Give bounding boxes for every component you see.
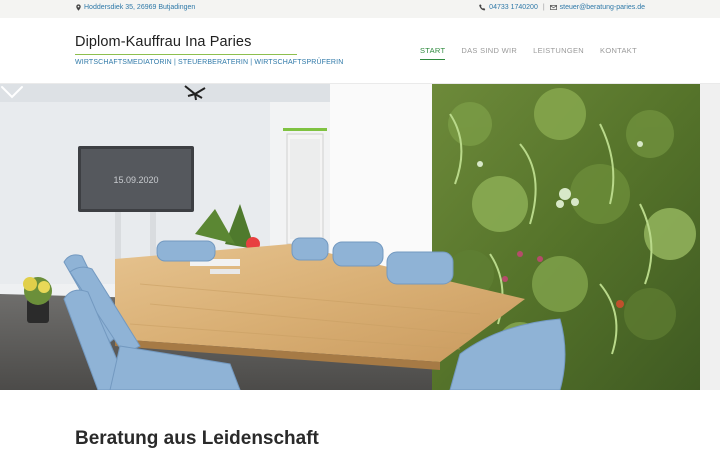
site-title[interactable]: Diplom-Kauffrau Ina Paries	[75, 34, 251, 50]
section-heading: Beratung aus Leidenschaft	[75, 428, 319, 449]
main-navigation: START DAS SIND WIR LEISTUNGEN KONTAKT	[420, 46, 637, 60]
envelope-icon	[549, 5, 557, 10]
nav-item-kontakt[interactable]: KONTAKT	[600, 46, 637, 60]
site-header: Diplom-Kauffrau Ina Paries WIRTSCHAFTSME…	[0, 18, 720, 84]
title-divider	[75, 54, 297, 55]
site-subtitle: WIRTSCHAFTSMEDIATORIN | STEUERBERATERIN …	[75, 59, 344, 66]
email-link[interactable]: steuer@beratung-paries.de	[560, 4, 645, 11]
address-info: Hoddersdiek 35, 26969 Butjadingen	[75, 4, 195, 11]
nav-item-leistungen[interactable]: LEISTUNGEN	[533, 46, 584, 60]
map-marker-icon	[76, 4, 81, 11]
nav-item-das-sind-wir[interactable]: DAS SIND WIR	[461, 46, 517, 60]
meeting-room-illustration: 15.09.2020	[0, 84, 720, 390]
hero-image: 15.09.2020	[0, 84, 720, 390]
top-info-bar: Hoddersdiek 35, 26969 Butjadingen 04733 …	[0, 0, 720, 18]
phone-icon	[479, 4, 486, 11]
nav-item-start[interactable]: START	[420, 46, 446, 60]
contact-separator: |	[542, 4, 545, 11]
chevron-down-icon[interactable]	[0, 84, 24, 100]
tv-screen-text: 15.09.2020	[113, 175, 158, 185]
contact-info: 04733 1740200 | steuer@beratung-paries.d…	[479, 4, 645, 11]
address-text: Hoddersdiek 35, 26969 Butjadingen	[84, 4, 196, 11]
phone-link[interactable]: 04733 1740200	[489, 4, 538, 11]
